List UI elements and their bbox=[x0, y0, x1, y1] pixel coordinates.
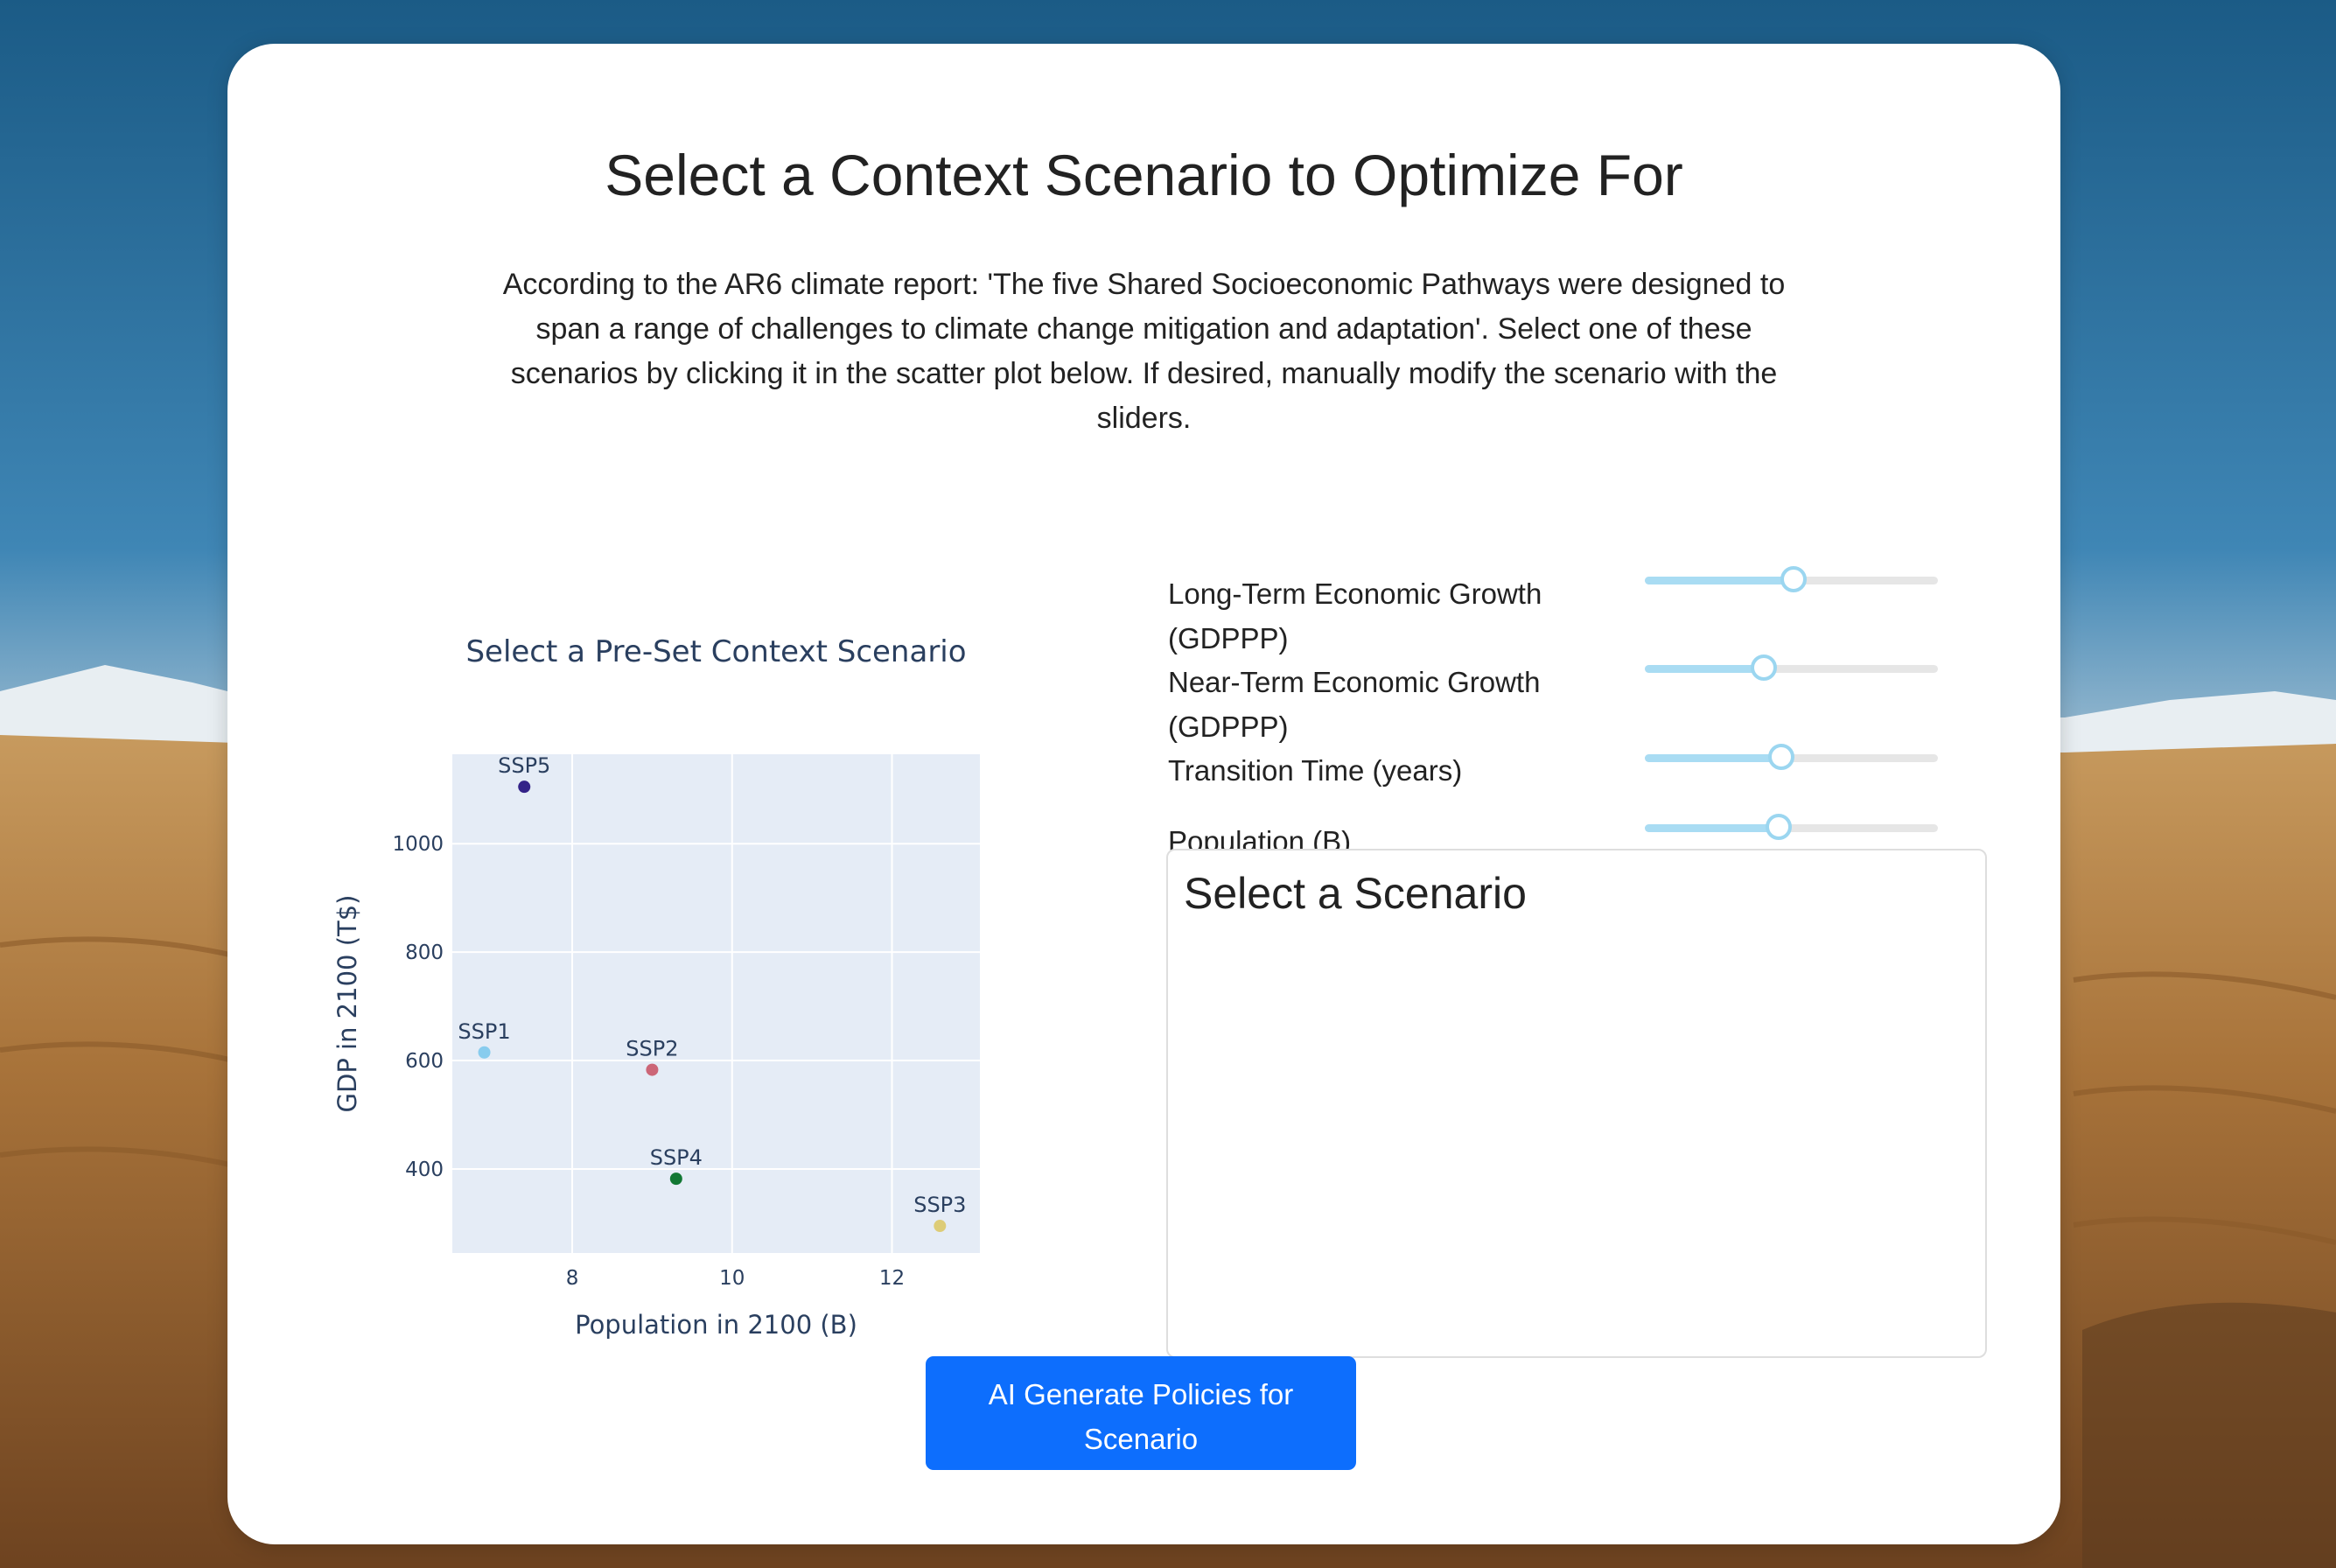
scenario-point-ssp3[interactable] bbox=[934, 1220, 947, 1233]
scatter-plot-svg[interactable]: Select a Pre-Set Context Scenario 8 10 12 40… bbox=[297, 569, 1172, 1356]
slider-thumb[interactable] bbox=[1768, 744, 1795, 770]
scenario-point-ssp1[interactable] bbox=[478, 1046, 491, 1059]
y-tick-label: 600 bbox=[405, 1050, 444, 1073]
slider-label-near-term-growth: Near-Term Economic Growth (GDPPP) bbox=[1168, 666, 1541, 743]
y-axis-label: GDP in 2100 (T$) bbox=[332, 895, 362, 1113]
slider-fill bbox=[1645, 754, 1780, 762]
scenario-card: Select a Context Scenario to Optimize Fo… bbox=[227, 44, 2060, 1544]
plot-area bbox=[452, 754, 980, 1253]
scenario-details-panel: Select a Scenario bbox=[1166, 849, 1987, 1358]
intro-text: According to the AR6 climate report: 'Th… bbox=[502, 268, 1786, 435]
scenario-point-ssp5[interactable] bbox=[518, 780, 531, 794]
x-tick-label: 8 bbox=[566, 1267, 579, 1290]
generate-policies-button[interactable]: AI Generate Policies for Scenario bbox=[926, 1356, 1356, 1470]
scenario-point-label: SSP3 bbox=[913, 1193, 966, 1217]
chart-title: Select a Pre-Set Context Scenario bbox=[465, 634, 966, 669]
page-title: Select a Context Scenario to Optimize Fo… bbox=[605, 143, 1683, 207]
slider-thumb[interactable] bbox=[1751, 654, 1777, 681]
x-tick-label: 12 bbox=[879, 1267, 905, 1290]
slider-fill bbox=[1645, 824, 1777, 832]
scenario-point-label: SSP5 bbox=[498, 753, 550, 778]
scenario-point-label: SSP4 bbox=[650, 1145, 703, 1170]
slider-near-term-growth[interactable] bbox=[1645, 654, 1938, 681]
scenario-point-ssp2[interactable] bbox=[646, 1063, 659, 1076]
scenario-scatter-chart[interactable]: Select a Pre-Set Context Scenario 8 10 12 40… bbox=[297, 569, 1172, 1356]
slider-thumb[interactable] bbox=[1765, 814, 1792, 840]
slider-label-long-term-growth: Long-Term Economic Growth (GDPPP) bbox=[1168, 578, 1542, 654]
x-axis-label: Population in 2100 (B) bbox=[575, 1310, 857, 1340]
y-tick-label: 800 bbox=[405, 942, 444, 964]
x-tick-label: 10 bbox=[719, 1267, 745, 1290]
scenario-point-label: SSP1 bbox=[458, 1019, 510, 1044]
slider-label-transition-time: Transition Time (years) bbox=[1168, 754, 1463, 787]
scenario-point-label: SSP2 bbox=[626, 1037, 678, 1061]
slider-population[interactable] bbox=[1645, 814, 1938, 840]
slider-transition-time[interactable] bbox=[1645, 744, 1938, 770]
slider-thumb[interactable] bbox=[1780, 566, 1807, 592]
y-tick-label: 400 bbox=[405, 1158, 444, 1181]
y-tick-label: 1000 bbox=[392, 833, 444, 856]
slider-long-term-growth[interactable] bbox=[1645, 566, 1938, 592]
scenario-heading: Select a Scenario bbox=[1184, 869, 1527, 918]
slider-fill bbox=[1645, 665, 1762, 673]
slider-fill bbox=[1645, 577, 1792, 584]
scenario-point-ssp4[interactable] bbox=[669, 1172, 682, 1186]
